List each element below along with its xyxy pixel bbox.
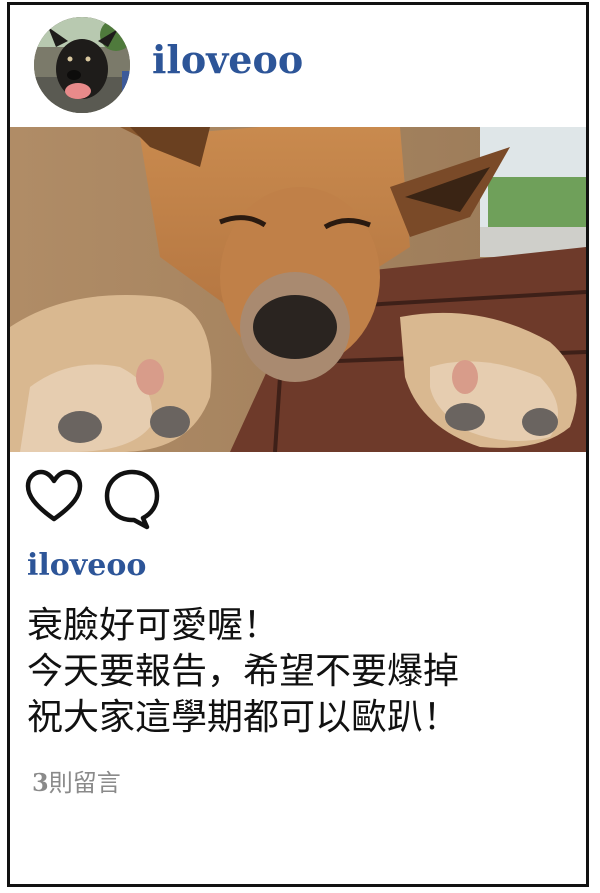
avatar-photo bbox=[34, 17, 130, 113]
post-card: iloveoo iloveoo 衰臉好可愛喔！ 今天要報告，希望不要爆掉 祝大家… bbox=[7, 2, 589, 887]
post-actions bbox=[24, 467, 224, 539]
caption-line: 衰臉好可愛喔！ bbox=[27, 605, 280, 646]
like-button[interactable] bbox=[24, 467, 88, 531]
speech-bubble-icon bbox=[104, 469, 160, 530]
view-comments-link[interactable]: 3則留言 bbox=[32, 768, 121, 797]
sleeping-dog-image bbox=[10, 127, 586, 452]
comment-count-label: 則留言 bbox=[48, 769, 121, 797]
caption-line: 今天要報告，希望不要爆掉 bbox=[27, 651, 460, 692]
comment-button[interactable] bbox=[100, 467, 164, 531]
post-photo[interactable] bbox=[10, 127, 586, 452]
avatar[interactable] bbox=[34, 17, 130, 113]
caption-author-username[interactable]: iloveoo bbox=[27, 551, 146, 581]
caption-line: 祝大家這學期都可以歐趴！ bbox=[27, 697, 460, 738]
comment-count: 3 bbox=[32, 768, 49, 797]
heart-outline-icon bbox=[25, 469, 83, 522]
post-author-username[interactable]: iloveoo bbox=[152, 41, 303, 79]
post-caption: 衰臉好可愛喔！ 今天要報告，希望不要爆掉 祝大家這學期都可以歐趴！ bbox=[27, 603, 459, 741]
post-header: iloveoo bbox=[10, 5, 586, 125]
